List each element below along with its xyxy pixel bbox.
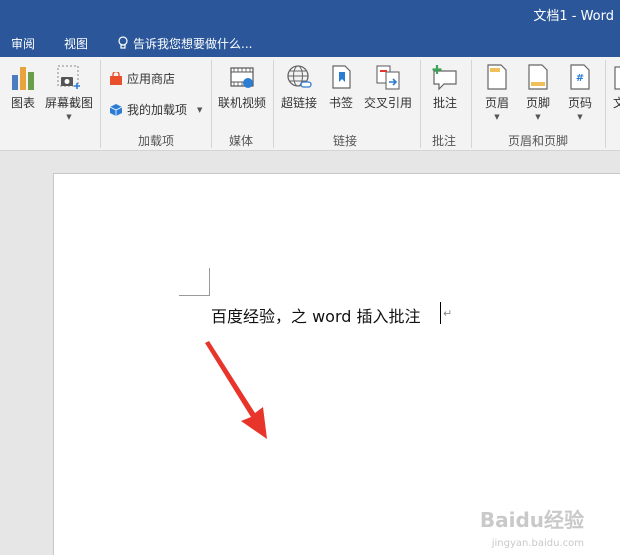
chevron-down-icon: ▼ <box>535 113 541 121</box>
ribbon-tab-bar: 审阅 视图 告诉我您想要做什么... <box>0 30 620 57</box>
cross-reference-icon <box>376 65 400 90</box>
header-label: 页眉 <box>484 96 509 110</box>
bookmark-button[interactable]: 书签 <box>325 63 357 111</box>
comment-label: 批注 <box>432 96 457 110</box>
group-divider <box>471 60 472 148</box>
online-video-button[interactable]: 联机视频 <box>216 63 268 111</box>
page-number-button[interactable]: # 页码 ▼ <box>562 63 598 121</box>
online-video-label: 联机视频 <box>217 96 266 110</box>
footer-button[interactable]: 页脚 ▼ <box>520 63 556 121</box>
bookmark-icon <box>332 65 351 89</box>
cross-reference-label: 交叉引用 <box>363 96 412 110</box>
ribbon-insert: 图表 屏幕截图 ▼ 应用商店 我的加载项 ▼ 加载项 联机视频 媒体 超链接 书… <box>0 57 620 151</box>
margin-marker <box>179 295 209 296</box>
globe-link-icon <box>287 65 312 88</box>
text-cursor <box>440 302 441 324</box>
lightbulb-icon <box>118 36 128 49</box>
media-group-label: 媒体 <box>229 134 254 148</box>
title-bar: 文档1 - Word <box>0 0 620 30</box>
video-film-icon <box>230 67 254 88</box>
header-footer-group-label: 页眉和页脚 <box>508 134 569 148</box>
comments-group-label: 批注 <box>432 134 457 148</box>
textbox-icon <box>614 66 620 90</box>
header-icon <box>487 64 507 90</box>
bookmark-label: 书签 <box>328 96 353 110</box>
my-addins-label: 我的加载项 <box>127 103 188 117</box>
group-divider <box>211 60 212 148</box>
chevron-down-icon: ▼ <box>577 113 583 121</box>
links-group-label: 链接 <box>333 134 358 148</box>
window-title: 文档1 - Word <box>533 9 614 24</box>
header-button[interactable]: 页眉 ▼ <box>479 63 515 121</box>
footer-icon <box>528 64 548 90</box>
chevron-down-icon: ▼ <box>197 105 203 114</box>
document-text[interactable]: 百度经验，之 word 插入批注 <box>211 303 421 327</box>
annotation-arrow-icon <box>205 341 267 439</box>
addins-cube-icon <box>109 103 123 116</box>
chevron-down-icon: ▼ <box>66 113 72 121</box>
group-divider <box>100 60 101 148</box>
tell-me-text: 告诉我您想要做什么... <box>133 37 253 51</box>
document-canvas: 百度经验，之 word 插入批注 ↵ Baidu经验 jingyan.baidu… <box>0 151 620 555</box>
group-divider <box>605 60 606 148</box>
textbox-label: 文 <box>612 96 620 110</box>
screenshot-icon <box>57 65 80 89</box>
watermark-site: jingyan.baidu.com <box>491 538 584 549</box>
store-button[interactable]: 应用商店 <box>109 70 175 87</box>
chart-icon <box>12 67 34 90</box>
chart-label: 图表 <box>10 96 35 110</box>
paragraph-mark-icon: ↵ <box>443 307 453 320</box>
store-label: 应用商店 <box>127 72 176 86</box>
cross-reference-button[interactable]: 交叉引用 <box>362 63 414 111</box>
my-addins-button[interactable]: 我的加载项 ▼ <box>109 101 202 118</box>
document-page[interactable]: 百度经验，之 word 插入批注 ↵ <box>53 173 620 555</box>
chart-button[interactable]: 图表 <box>8 63 38 111</box>
tell-me-box[interactable]: 告诉我您想要做什么... <box>117 35 252 52</box>
hyperlink-label: 超链接 <box>280 96 317 110</box>
textbox-button[interactable]: 文 <box>609 63 620 111</box>
screenshot-button[interactable]: 屏幕截图 ▼ <box>43 63 95 121</box>
screenshot-label: 屏幕截图 <box>44 96 93 110</box>
tab-view[interactable]: 视图 <box>64 35 88 52</box>
store-bag-icon <box>110 71 122 85</box>
svg-text:#: # <box>576 73 584 84</box>
watermark-logo: Baidu经验 <box>479 508 584 532</box>
group-divider <box>273 60 274 148</box>
footer-label: 页脚 <box>525 96 550 110</box>
tab-review[interactable]: 审阅 <box>11 35 35 52</box>
group-divider <box>420 60 421 148</box>
addins-group-label: 加载项 <box>138 134 175 148</box>
hyperlink-button[interactable]: 超链接 <box>279 63 319 111</box>
new-comment-button[interactable]: 批注 <box>428 63 462 111</box>
page-number-icon: # <box>570 64 590 90</box>
chevron-down-icon: ▼ <box>494 113 500 121</box>
margin-marker <box>209 268 210 296</box>
page-number-label: 页码 <box>567 96 592 110</box>
comment-add-icon <box>432 65 457 91</box>
